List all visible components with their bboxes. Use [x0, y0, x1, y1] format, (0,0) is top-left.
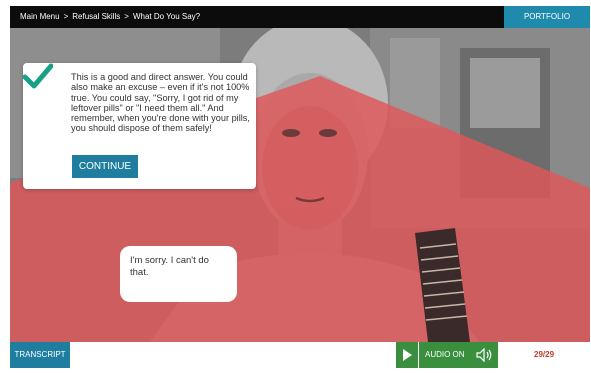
breadcrumb-separator: > — [63, 12, 69, 21]
play-button[interactable] — [396, 342, 418, 368]
breadcrumb-refusal-skills[interactable]: Refusal Skills — [72, 12, 120, 21]
breadcrumb-separator: > — [124, 12, 129, 21]
play-icon — [403, 349, 412, 361]
feedback-message: This is a good and direct answer. You co… — [71, 72, 250, 134]
page-counter: 29/29 — [534, 350, 555, 359]
breadcrumb-main-menu[interactable]: Main Menu — [20, 12, 60, 21]
audio-label: AUDIO ON — [425, 350, 465, 359]
audio-toggle[interactable]: AUDIO ON — [419, 342, 498, 368]
feedback-card: This is a good and direct answer. You co… — [23, 63, 256, 189]
scene-area: This is a good and direct answer. You co… — [10, 28, 590, 342]
transcript-button[interactable]: TRANSCRIPT — [10, 342, 70, 368]
speaker-icon — [476, 348, 492, 362]
breadcrumb: Main Menu > Refusal Skills > What Do You Say… — [20, 6, 200, 28]
continue-button[interactable]: CONTINUE — [72, 155, 138, 178]
speech-bubble: I'm sorry. I can't do that. — [120, 246, 237, 302]
lesson-frame: Main Menu > Refusal Skills > What Do You Say… — [10, 0, 590, 368]
portfolio-button[interactable]: PORTFOLIO — [504, 6, 590, 28]
top-navigation-bar: Main Menu > Refusal Skills > What Do You Say… — [10, 6, 590, 28]
breadcrumb-current-page: What Do You Say? — [132, 12, 201, 21]
speech-text: I'm sorry. I can't do that. — [130, 255, 209, 278]
checkmark-icon — [23, 63, 53, 89]
bottom-bar: TRANSCRIPT AUDIO ON 29/29 — [10, 342, 590, 368]
